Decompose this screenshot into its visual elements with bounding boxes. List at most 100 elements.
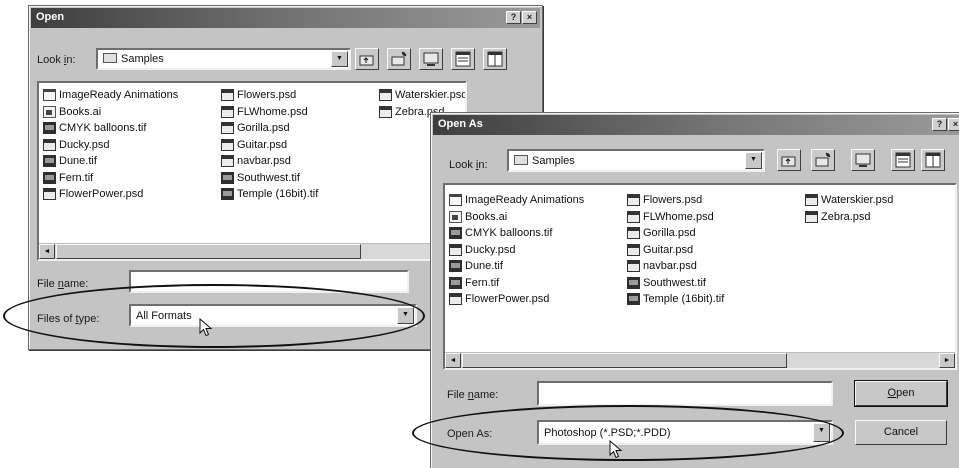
details-view-icon: [487, 51, 503, 67]
tif-file-icon: [449, 276, 462, 289]
list-view-button[interactable]: [891, 149, 915, 171]
file-name: FlowerPower.psd: [465, 293, 550, 305]
file-name: Zebra.psd: [821, 210, 871, 223]
desktop-icon: [855, 153, 871, 167]
new-folder-button[interactable]: [387, 48, 411, 70]
open-as-dialog: Open As ? × Look in: Samples ▼ ImageRead…: [430, 112, 959, 468]
file-name: Southwest.tif: [643, 276, 706, 289]
file-name: Temple (16bit).tif: [643, 293, 725, 305]
psd-file-icon: [379, 105, 392, 118]
chevron-down-icon[interactable]: ▼: [397, 307, 414, 324]
files-of-type-label: Files of type:: [37, 313, 100, 325]
file-name-field[interactable]: [129, 270, 409, 293]
psd-file-icon: [221, 122, 234, 134]
scroll-right-icon[interactable]: ►: [939, 353, 955, 368]
file-name: Gorilla.psd: [237, 122, 290, 134]
folder-icon: [514, 154, 528, 165]
help-button[interactable]: ?: [506, 11, 521, 24]
scroll-left-icon[interactable]: ◄: [39, 244, 55, 259]
tif-file-icon: [43, 171, 56, 184]
list-view-button[interactable]: [451, 48, 475, 70]
psd-file-icon: [449, 243, 462, 256]
file-list[interactable]: ImageReady Animations Books.ai CMYK balloo…: [37, 81, 467, 261]
file-name: Books.ai: [465, 210, 508, 223]
help-button[interactable]: ?: [932, 118, 947, 131]
look-in-label: Look in:: [449, 159, 488, 171]
file-name: Fern.tif: [59, 171, 94, 184]
chevron-down-icon[interactable]: ▼: [813, 423, 830, 442]
file-name: navbar.psd: [643, 260, 697, 272]
file-name: Books.ai: [59, 105, 102, 118]
tif-file-icon: [43, 155, 56, 167]
file-name: Waterskier.psd: [395, 89, 467, 101]
list-view-icon: [455, 51, 471, 67]
psd-file-icon: [221, 89, 234, 101]
chevron-down-icon[interactable]: ▼: [745, 152, 762, 169]
details-view-button[interactable]: [921, 149, 945, 171]
look-in-dropdown[interactable]: Samples ▼: [507, 149, 765, 172]
folder-icon: [449, 194, 462, 206]
folder-icon: [43, 89, 56, 101]
psd-file-icon: [221, 105, 234, 118]
tif-file-icon: [43, 122, 56, 134]
file-name: Waterskier.psd: [821, 194, 894, 206]
file-list[interactable]: ImageReady Animations Books.ai CMYK balloo…: [443, 183, 957, 370]
psd-file-icon: [627, 227, 640, 239]
tif-file-icon: [221, 188, 234, 200]
file-name: Temple (16bit).tif: [237, 188, 319, 200]
tif-file-icon: [221, 171, 234, 184]
file-name: Guitar.psd: [643, 243, 694, 256]
file-name: CMYK balloons.tif: [59, 122, 147, 134]
open-dialog-title: Open: [36, 11, 65, 23]
scrollbar-thumb[interactable]: [56, 244, 361, 259]
file-name: Ducky.psd: [59, 138, 110, 151]
psd-file-icon: [627, 194, 640, 206]
close-button[interactable]: ×: [948, 118, 959, 131]
files-of-type-value: All Formats: [136, 309, 192, 322]
file-name: FLWhome.psd: [643, 210, 714, 223]
file-name-label: File name:: [447, 389, 499, 401]
desktop-icon: [423, 52, 439, 66]
details-view-button[interactable]: [483, 48, 507, 70]
scroll-left-icon[interactable]: ◄: [445, 353, 461, 368]
file-name: Flowers.psd: [237, 89, 297, 101]
open-as-format-dropdown[interactable]: Photoshop (*.PSD;*.PDD) ▼: [537, 420, 833, 445]
up-one-level-icon: [359, 55, 374, 66]
file-name: Gorilla.psd: [643, 227, 696, 239]
close-button[interactable]: ×: [522, 11, 537, 24]
psd-file-icon: [43, 138, 56, 151]
psd-file-icon: [449, 293, 462, 305]
tif-file-icon: [449, 227, 462, 239]
new-folder-icon: [815, 152, 831, 167]
desktop-button[interactable]: [419, 48, 443, 70]
psd-file-icon: [379, 89, 392, 101]
new-folder-button[interactable]: [811, 149, 835, 171]
open-button[interactable]: Open: [854, 380, 948, 407]
psd-file-icon: [627, 243, 640, 256]
open-dialog-titlebar[interactable]: Open ? ×: [31, 8, 540, 28]
ai-file-icon: [449, 210, 462, 223]
file-name-field[interactable]: [537, 381, 833, 406]
file-name: Southwest.tif: [237, 171, 300, 184]
horizontal-scrollbar[interactable]: ◄: [39, 243, 465, 259]
up-one-level-button[interactable]: [777, 149, 801, 171]
desktop-button[interactable]: [851, 149, 875, 171]
horizontal-scrollbar[interactable]: ◄ ►: [445, 352, 955, 368]
chevron-down-icon[interactable]: ▼: [331, 51, 348, 67]
new-folder-icon: [391, 51, 407, 66]
files-of-type-dropdown[interactable]: All Formats ▼: [129, 304, 417, 327]
open-as-label: Open As:: [447, 428, 493, 440]
open-as-dialog-titlebar[interactable]: Open As ? ×: [433, 115, 959, 135]
scrollbar-thumb[interactable]: [462, 353, 787, 368]
file-name: Guitar.psd: [237, 138, 288, 151]
look-in-dropdown[interactable]: Samples ▼: [96, 48, 351, 70]
ai-file-icon: [43, 105, 56, 118]
details-view-icon: [925, 152, 941, 168]
file-name-label: File name:: [37, 278, 89, 290]
cancel-button[interactable]: Cancel: [855, 420, 947, 445]
up-one-level-button[interactable]: [355, 48, 379, 70]
psd-file-icon: [627, 260, 640, 272]
look-in-label: Look in:: [37, 54, 76, 66]
look-in-value: Samples: [121, 53, 164, 65]
psd-file-icon: [627, 210, 640, 223]
